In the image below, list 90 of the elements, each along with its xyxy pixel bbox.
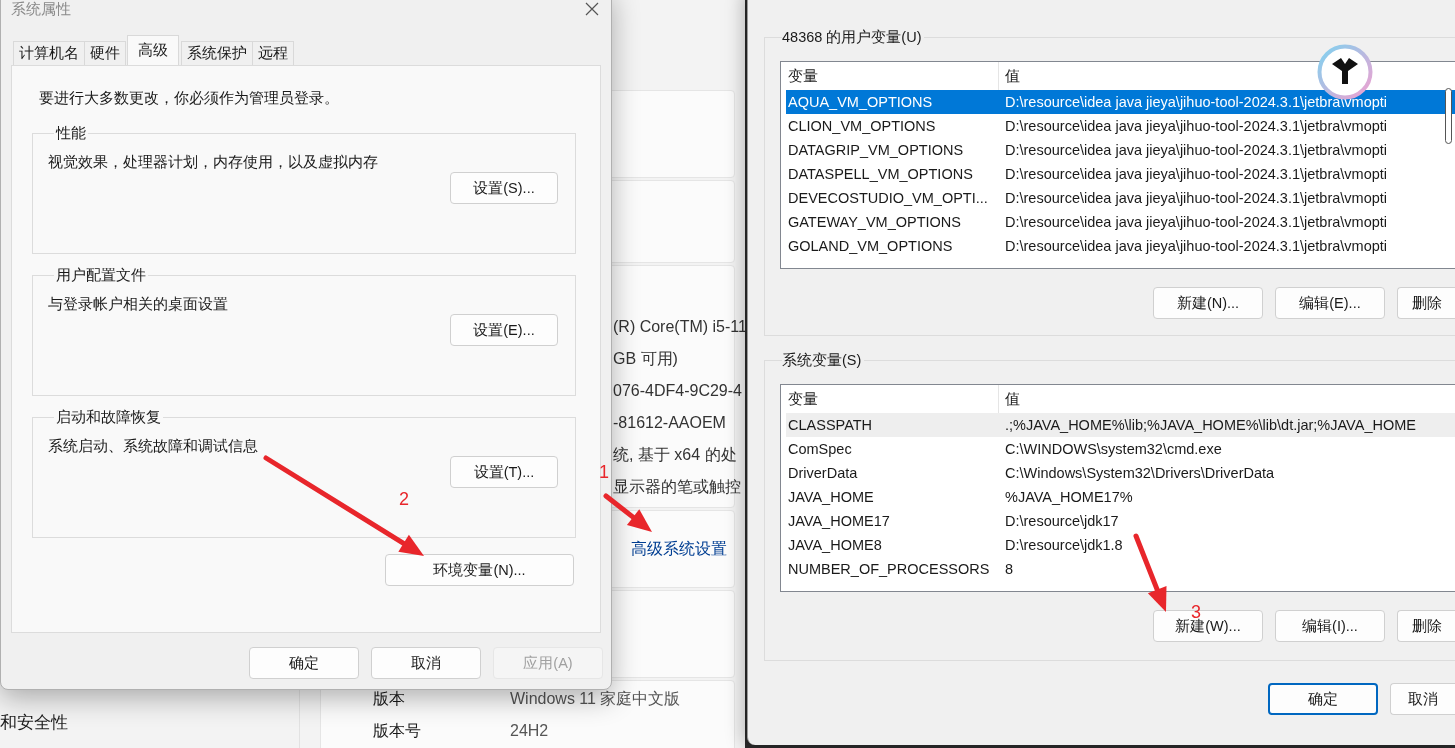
variable-row[interactable]: GATEWAY_VM_OPTIONS D:\resource\idea java jieya\jihuo-tool-2024.3.1\jetbra\vmopti xyxy=(786,210,1455,234)
ok-button[interactable]: 确定 xyxy=(249,647,359,679)
variable-value: D:\resource\jdk17 xyxy=(1004,513,1119,529)
variable-row[interactable]: JAVA_HOME %JAVA_HOME17% xyxy=(786,485,1455,509)
delete-button[interactable]: 删除 xyxy=(1397,287,1455,319)
variable-name: GOLAND_VM_OPTIONS xyxy=(787,238,954,254)
variable-name: DATASPELL_VM_OPTIONS xyxy=(787,166,974,182)
spec-value: GB 可用) xyxy=(613,349,678,369)
group-title: 48368 的用户变量(U) xyxy=(782,28,923,47)
column-header[interactable]: 值 xyxy=(999,385,1020,413)
advanced-settings-link[interactable]: 高级系统设置 xyxy=(631,538,727,560)
variable-value: D:\resource\idea java jieya\jihuo-tool-2024.3.1\jetbra\vmopti xyxy=(1004,238,1388,254)
variable-name: DEVECOSTUDIO_VM_OPTI... xyxy=(787,190,989,206)
edit-button[interactable]: 编辑(E)... xyxy=(1275,287,1385,319)
group-title: 启动和故障恢复 xyxy=(55,408,162,427)
variable-name: CLION_VM_OPTIONS xyxy=(787,118,937,134)
variable-value: D:\resource\idea java jieya\jihuo-tool-2024.3.1\jetbra\vmopti xyxy=(1004,142,1388,158)
variable-row[interactable]: GOLAND_VM_OPTIONS D:\resource\idea java jieya\jihuo-tool-2024.3.1\jetbra\vmopti xyxy=(786,234,1455,258)
edit-button[interactable]: 编辑(I)... xyxy=(1275,610,1385,642)
variable-name: DriverData xyxy=(787,465,859,481)
variable-name: JAVA_HOME8 xyxy=(787,537,883,553)
variable-value: C:\WINDOWS\system32\cmd.exe xyxy=(1004,441,1222,457)
variable-row[interactable]: JAVA_HOME8 D:\resource\jdk1.8 xyxy=(786,533,1455,557)
variable-row[interactable]: DATAGRIP_VM_OPTIONS D:\resource\idea java jieya\jihuo-tool-2024.3.1\jetbra\vmopti xyxy=(786,138,1455,162)
settings-button[interactable]: 设置(T)... xyxy=(450,456,558,488)
scrollbar-thumb[interactable] xyxy=(1445,88,1452,144)
variable-value: .;%JAVA_HOME%\lib;%JAVA_HOME%\lib\dt.jar;%JAVA_HOME xyxy=(1004,417,1416,433)
variable-row[interactable]: CLION_VM_OPTIONS D:\resource\idea java jieya\jihuo-tool-2024.3.1\jetbra\vmopti xyxy=(786,114,1455,138)
variable-value: D:\resource\jdk1.8 xyxy=(1004,537,1123,553)
spec-value: 076-4DF4-9C29-4 xyxy=(613,381,742,401)
annotation-arrow xyxy=(603,493,652,532)
tab[interactable]: 计算机名 xyxy=(13,41,85,65)
variable-value: C:\Windows\System32\Drivers\DriverData xyxy=(1004,465,1275,481)
variable-row[interactable]: DriverData C:\Windows\System32\Drivers\DriverData xyxy=(786,461,1455,485)
close-icon[interactable] xyxy=(585,2,599,16)
group-description: 与登录帐户相关的桌面设置 xyxy=(48,295,228,314)
step-number: 1 xyxy=(598,461,610,483)
variable-row[interactable]: NUMBER_OF_PROCESSORS 8 xyxy=(786,557,1455,581)
sidebar-item[interactable]: 和安全性 xyxy=(0,710,68,736)
column-header[interactable]: 值 xyxy=(999,62,1020,90)
spec-label: 版本 xyxy=(373,689,406,709)
ok-button[interactable]: 确定 xyxy=(1268,683,1378,715)
settings-button[interactable]: 设置(E)... xyxy=(450,314,558,346)
tab[interactable]: 系统保护 xyxy=(181,41,253,65)
spec-value: 显示器的笔或触控 xyxy=(613,477,741,497)
variable-value: D:\resource\idea java jieya\jihuo-tool-2024.3.1\jetbra\vmopti xyxy=(1004,94,1388,110)
variable-name: NUMBER_OF_PROCESSORS xyxy=(787,561,991,577)
tab[interactable]: 远程 xyxy=(252,41,294,65)
group-title: 系统变量(S) xyxy=(782,351,863,370)
spec-label: 版本号 xyxy=(373,721,422,741)
group-title: 性能 xyxy=(54,124,87,143)
variables-list[interactable] xyxy=(780,61,1455,269)
variable-name: ComSpec xyxy=(787,441,853,457)
group-title: 用户配置文件 xyxy=(55,266,147,285)
spec-value: 24H2 xyxy=(510,721,549,741)
spec-value: Windows 11 家庭中文版 xyxy=(510,689,681,709)
cancel-button[interactable]: 取消 xyxy=(371,647,481,679)
variable-name: JAVA_HOME xyxy=(787,489,875,505)
environment-variables-button[interactable]: 环境变量(N)... xyxy=(385,554,574,586)
variable-name: JAVA_HOME17 xyxy=(787,513,891,529)
variable-row[interactable]: DEVECOSTUDIO_VM_OPTI... D:\resource\idea java jieya\jihuo-tool-2024.3.1\jetbra\vmopti xyxy=(786,186,1455,210)
variable-value: D:\resource\idea java jieya\jihuo-tool-2024.3.1\jetbra\vmopti xyxy=(1004,190,1388,206)
cancel-button[interactable]: 取消 xyxy=(1390,683,1455,715)
variable-value: D:\resource\idea java jieya\jihuo-tool-2024.3.1\jetbra\vmopti xyxy=(1004,214,1388,230)
tab[interactable]: 硬件 xyxy=(84,41,126,65)
variable-row[interactable]: JAVA_HOME17 D:\resource\jdk17 xyxy=(786,509,1455,533)
window-title: 系统属性 xyxy=(11,0,71,19)
variable-row[interactable]: ComSpec C:\WINDOWS\system32\cmd.exe xyxy=(786,437,1455,461)
variable-row[interactable]: CLASSPATH .;%JAVA_HOME%\lib;%JAVA_HOME%\lib\dt.jar;%JAVA_HOME xyxy=(786,413,1455,437)
variable-name: CLASSPATH xyxy=(787,417,874,433)
settings-button[interactable]: 设置(S)... xyxy=(450,172,558,204)
step-number: 2 xyxy=(398,488,410,510)
variable-row[interactable]: AQUA_VM_OPTIONS D:\resource\idea java jieya\jihuo-tool-2024.3.1\jetbra\vmopti xyxy=(786,90,1455,114)
variables-list[interactable] xyxy=(780,384,1455,592)
variable-row[interactable]: DATASPELL_VM_OPTIONS D:\resource\idea java jieya\jihuo-tool-2024.3.1\jetbra\vmopti xyxy=(786,162,1455,186)
group-description: 系统启动、系统故障和调试信息 xyxy=(48,437,258,456)
variable-value: D:\resource\idea java jieya\jihuo-tool-2024.3.1\jetbra\vmopti xyxy=(1004,166,1388,182)
variable-name: AQUA_VM_OPTIONS xyxy=(787,94,934,110)
tab[interactable]: 高级 xyxy=(127,35,179,65)
delete-button[interactable]: 删除 xyxy=(1397,610,1455,642)
spec-value: 统, 基于 x64 的处 xyxy=(613,445,737,465)
variable-value: D:\resource\idea java jieya\jihuo-tool-2024.3.1\jetbra\vmopti xyxy=(1004,118,1388,134)
variable-name: GATEWAY_VM_OPTIONS xyxy=(787,214,962,230)
variable-value: 8 xyxy=(1004,561,1014,577)
new-button[interactable]: 新建(N)... xyxy=(1153,287,1263,319)
variable-name: DATAGRIP_VM_OPTIONS xyxy=(787,142,965,158)
variable-value: %JAVA_HOME17% xyxy=(1004,489,1133,505)
group-description: 视觉效果，处理器计划，内存使用，以及虚拟内存 xyxy=(48,153,378,172)
admin-note: 要进行大多数更改，你必须作为管理员登录。 xyxy=(39,89,339,108)
spec-value: -81612-AAOEM xyxy=(613,413,726,433)
